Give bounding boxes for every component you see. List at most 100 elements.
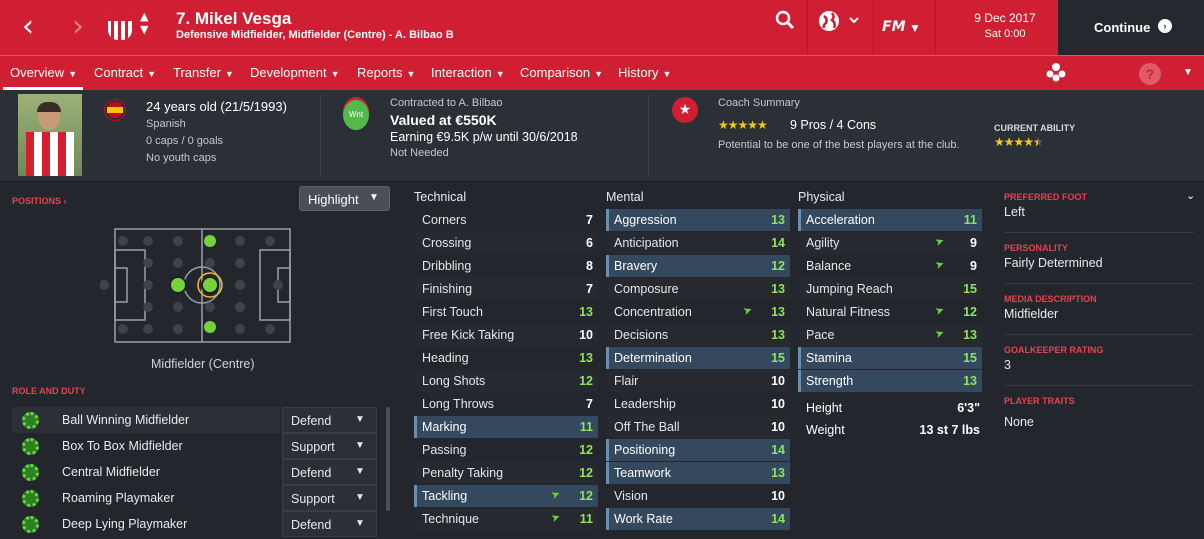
weight-value: 13 st 7 lbs <box>919 423 980 437</box>
attribute-name: Marking <box>422 420 467 434</box>
attribute-row[interactable]: Anticipation 14 <box>606 232 790 254</box>
roles-scrollbar[interactable] <box>386 407 390 511</box>
attribute-row[interactable]: Aggression 13 <box>606 209 790 231</box>
attribute-row[interactable]: Decisions 13 <box>606 324 790 346</box>
attribute-row[interactable]: First Touch 13 <box>414 301 598 323</box>
attribute-name: Positioning <box>614 443 676 457</box>
attribute-row[interactable]: Strength 13 <box>798 370 982 392</box>
trend-up-icon: ➤ <box>932 256 946 273</box>
continue-button[interactable]: Continue › <box>1058 0 1204 55</box>
attribute-row[interactable]: Positioning 14 <box>606 439 790 461</box>
attribute-row[interactable]: Determination 15 <box>606 347 790 369</box>
club-crest-icon[interactable] <box>108 12 132 40</box>
role-row[interactable]: Deep Lying Playmaker <box>12 511 280 537</box>
tab-bar-expand-icon[interactable]: ▼ <box>1183 67 1193 78</box>
duty-dropdown[interactable]: Defend ▼ <box>282 459 377 485</box>
personality: Fairly Determined <box>1004 256 1103 270</box>
role-row[interactable]: Box To Box Midfielder <box>12 433 280 459</box>
attribute-row[interactable]: Passing 12 <box>414 439 598 461</box>
attribute-value: 13 <box>963 374 977 388</box>
attribute-row[interactable]: Acceleration 11 <box>798 209 982 231</box>
position-name: Midfielder (Centre) <box>151 357 255 371</box>
attribute-row[interactable]: Balance 9 ➤ <box>798 255 982 277</box>
attribute-row[interactable]: Vision 10 <box>606 485 790 507</box>
attribute-value: 11 <box>963 213 977 227</box>
attribute-row[interactable]: Crossing 6 <box>414 232 598 254</box>
attribute-value: 13 <box>771 305 785 319</box>
positions-title[interactable]: POSITIONS › <box>12 196 67 206</box>
tab-development[interactable]: Development ▼ <box>250 65 340 80</box>
trend-up-icon: ➤ <box>548 486 562 503</box>
tab-contract[interactable]: Contract ▼ <box>94 65 156 80</box>
attribute-name: Aggression <box>614 213 677 227</box>
attribute-row[interactable]: Stamina 15 <box>798 347 982 369</box>
pros-cons[interactable]: 9 Pros / 4 Cons <box>790 118 876 132</box>
duty-dropdown[interactable]: Support ▼ <box>282 485 377 511</box>
tab-comparison[interactable]: Comparison ▼ <box>520 65 603 80</box>
attribute-row[interactable]: Dribbling 8 <box>414 255 598 277</box>
potential-text: Potential to be one of the best players … <box>718 139 960 151</box>
search-icon[interactable] <box>775 10 797 44</box>
attribute-row[interactable]: Concentration 13 ➤ <box>606 301 790 323</box>
forward-arrow-icon[interactable]: › <box>72 10 84 44</box>
back-arrow-icon[interactable]: ‹ <box>22 10 34 44</box>
attribute-row[interactable]: Work Rate 14 <box>606 508 790 530</box>
attribute-value: 15 <box>963 351 977 365</box>
attribute-name: Off The Ball <box>614 420 680 434</box>
attribute-row[interactable]: Off The Ball 10 <box>606 416 790 438</box>
role-row[interactable]: Ball Winning Midfielder <box>12 407 280 433</box>
help-button[interactable]: ? <box>1139 63 1161 85</box>
people-icon[interactable] <box>1046 62 1066 85</box>
tab-transfer[interactable]: Transfer ▼ <box>173 65 234 80</box>
attribute-name: First Touch <box>422 305 483 319</box>
attribute-row[interactable]: Leadership 10 <box>606 393 790 415</box>
attribute-value: 14 <box>771 512 785 526</box>
attribute-row[interactable]: Jumping Reach 15 <box>798 278 982 300</box>
role-row[interactable]: Roaming Playmaker <box>12 485 280 511</box>
tab-history[interactable]: History ▼ <box>618 65 671 80</box>
attribute-name: Dribbling <box>422 259 472 273</box>
tab-overview[interactable]: Overview ▼ <box>10 65 77 80</box>
player-title: 7. Mikel Vesga <box>176 9 292 28</box>
attribute-row[interactable]: Composure 13 <box>606 278 790 300</box>
attribute-row[interactable]: Natural Fitness 12 ➤ <box>798 301 982 323</box>
player-switch-icon[interactable]: ▲ ▼ <box>140 10 148 36</box>
info-collapse-icon[interactable]: ⌄ <box>1186 189 1195 202</box>
fm-menu-button[interactable]: FM ▼ <box>882 19 926 53</box>
attribute-row[interactable]: Bravery 12 <box>606 255 790 277</box>
attribute-row[interactable]: Tackling 12 ➤ <box>414 485 598 507</box>
spain-flag-icon <box>105 100 125 120</box>
attribute-row[interactable]: Agility 9 ➤ <box>798 232 982 254</box>
attribute-name: Bravery <box>614 259 658 273</box>
duty-dropdown[interactable]: Support ▼ <box>282 433 377 459</box>
attribute-row[interactable]: Heading 13 <box>414 347 598 369</box>
attribute-row[interactable]: Long Throws 7 <box>414 393 598 415</box>
duty-dropdown[interactable]: Defend ▼ <box>282 407 377 433</box>
attribute-row[interactable]: Free Kick Taking 10 <box>414 324 598 346</box>
attribute-row[interactable]: Corners 7 <box>414 209 598 231</box>
tab-interaction[interactable]: Interaction ▼ <box>431 65 505 80</box>
attribute-name: Pace <box>806 328 835 342</box>
attribute-row[interactable]: Penalty Taking 12 <box>414 462 598 484</box>
attribute-row[interactable]: Pace 13 ➤ <box>798 324 982 346</box>
role-row[interactable]: Central Midfielder <box>12 459 280 485</box>
trend-up-icon: ➤ <box>932 325 946 342</box>
attribute-row[interactable]: Technique 11 ➤ <box>414 508 598 530</box>
attribute-name: Work Rate <box>614 512 673 526</box>
attribute-value: 11 <box>579 420 593 434</box>
attribute-name: Acceleration <box>806 213 875 227</box>
attribute-value: 10 <box>771 397 785 411</box>
attribute-row[interactable]: Finishing 7 <box>414 278 598 300</box>
trend-up-icon: ➤ <box>932 233 946 250</box>
attribute-value: 12 <box>771 259 785 273</box>
highlight-dropdown[interactable]: Highlight ▼ <box>299 186 390 211</box>
attribute-row[interactable]: Flair 10 <box>606 370 790 392</box>
tab-reports[interactable]: Reports ▼ <box>357 65 415 80</box>
attribute-row[interactable]: Marking 11 <box>414 416 598 438</box>
duty-dropdown[interactable]: Defend ▼ <box>282 511 377 537</box>
globe-icon[interactable] <box>818 10 862 44</box>
attribute-value: 13 <box>771 213 785 227</box>
attribute-row[interactable]: Teamwork 13 <box>606 462 790 484</box>
attribute-row[interactable]: Long Shots 12 <box>414 370 598 392</box>
attribute-value: 12 <box>579 374 593 388</box>
